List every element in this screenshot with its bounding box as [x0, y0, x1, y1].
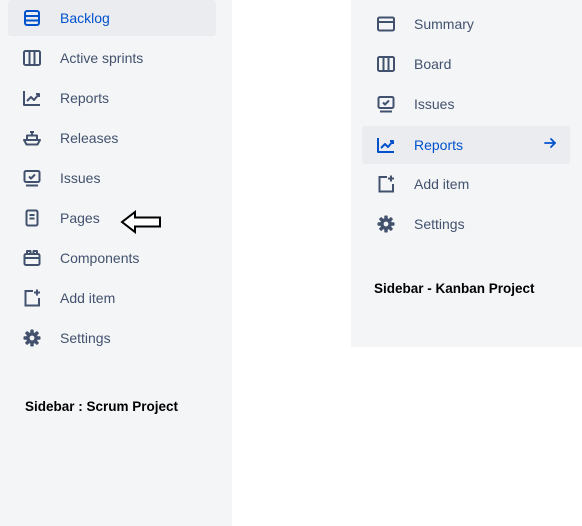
sidebar-item-reports[interactable]: Reports	[362, 126, 570, 164]
chart-line-icon	[376, 135, 396, 155]
sidebar-item-add-item[interactable]: Add item	[362, 166, 570, 202]
sidebar-item-summary[interactable]: Summary	[362, 6, 570, 42]
issues-icon	[376, 94, 396, 114]
sidebar-item-issues[interactable]: Issues	[362, 86, 570, 122]
sidebar-item-label: Backlog	[60, 10, 110, 26]
sidebar-item-label: Add item	[60, 290, 116, 306]
sidebar-item-label: Releases	[60, 130, 119, 146]
columns-icon	[376, 54, 396, 74]
sidebar-item-label: Settings	[60, 330, 111, 346]
sidebar-item-label: Issues	[414, 96, 455, 112]
sidebar-item-settings[interactable]: Settings	[362, 206, 570, 242]
kanban-caption: Sidebar - Kanban Project	[374, 281, 535, 296]
sidebar-item-label: Components	[60, 250, 140, 266]
sidebar-item-label: Add item	[414, 176, 470, 192]
sidebar-item-label: Board	[414, 56, 452, 72]
page-icon	[22, 208, 42, 228]
sidebar-item-backlog[interactable]: Backlog	[8, 0, 216, 36]
sidebar-item-board[interactable]: Board	[362, 46, 570, 82]
chart-line-icon	[22, 88, 42, 108]
sidebar-item-label: Reports	[60, 90, 110, 106]
sidebar-item-active-sprints[interactable]: Active sprints	[8, 40, 216, 76]
ship-icon	[22, 128, 42, 148]
sidebar-item-reports[interactable]: Reports	[8, 80, 216, 116]
sidebar-item-add-item[interactable]: Add item	[8, 280, 216, 316]
sidebar-item-label: Issues	[60, 170, 101, 186]
sidebar-item-label: Summary	[414, 16, 474, 32]
issues-icon	[22, 168, 42, 188]
gear-icon	[376, 214, 396, 234]
sidebar-item-components[interactable]: Components	[8, 240, 216, 276]
sidebar-item-pages[interactable]: Pages	[8, 200, 216, 236]
sidebar-item-settings[interactable]: Settings	[8, 320, 216, 356]
sidebar-item-label: Active sprints	[60, 50, 144, 66]
summary-icon	[376, 14, 396, 34]
gear-icon	[22, 328, 42, 348]
sidebar-item-issues[interactable]: Issues	[8, 160, 216, 196]
sidebar-item-label: Settings	[414, 216, 465, 232]
add-item-icon	[22, 288, 42, 308]
left-arrow-icon	[120, 210, 161, 234]
kanban-sidebar: Summary Board Issues Reports Add item Se…	[351, 0, 582, 347]
backlog-icon	[22, 8, 42, 28]
arrow-right-icon	[544, 138, 556, 148]
sidebar-item-releases[interactable]: Releases	[8, 120, 216, 156]
sidebar-item-label: Reports	[414, 137, 464, 153]
sidebar-item-label: Pages	[60, 210, 100, 226]
columns-icon	[22, 48, 42, 68]
components-icon	[22, 248, 42, 268]
add-item-icon	[376, 174, 396, 194]
scrum-caption: Sidebar : Scrum Project	[25, 399, 179, 414]
scrum-sidebar: Backlog Active sprints Reports Releases …	[0, 0, 232, 526]
